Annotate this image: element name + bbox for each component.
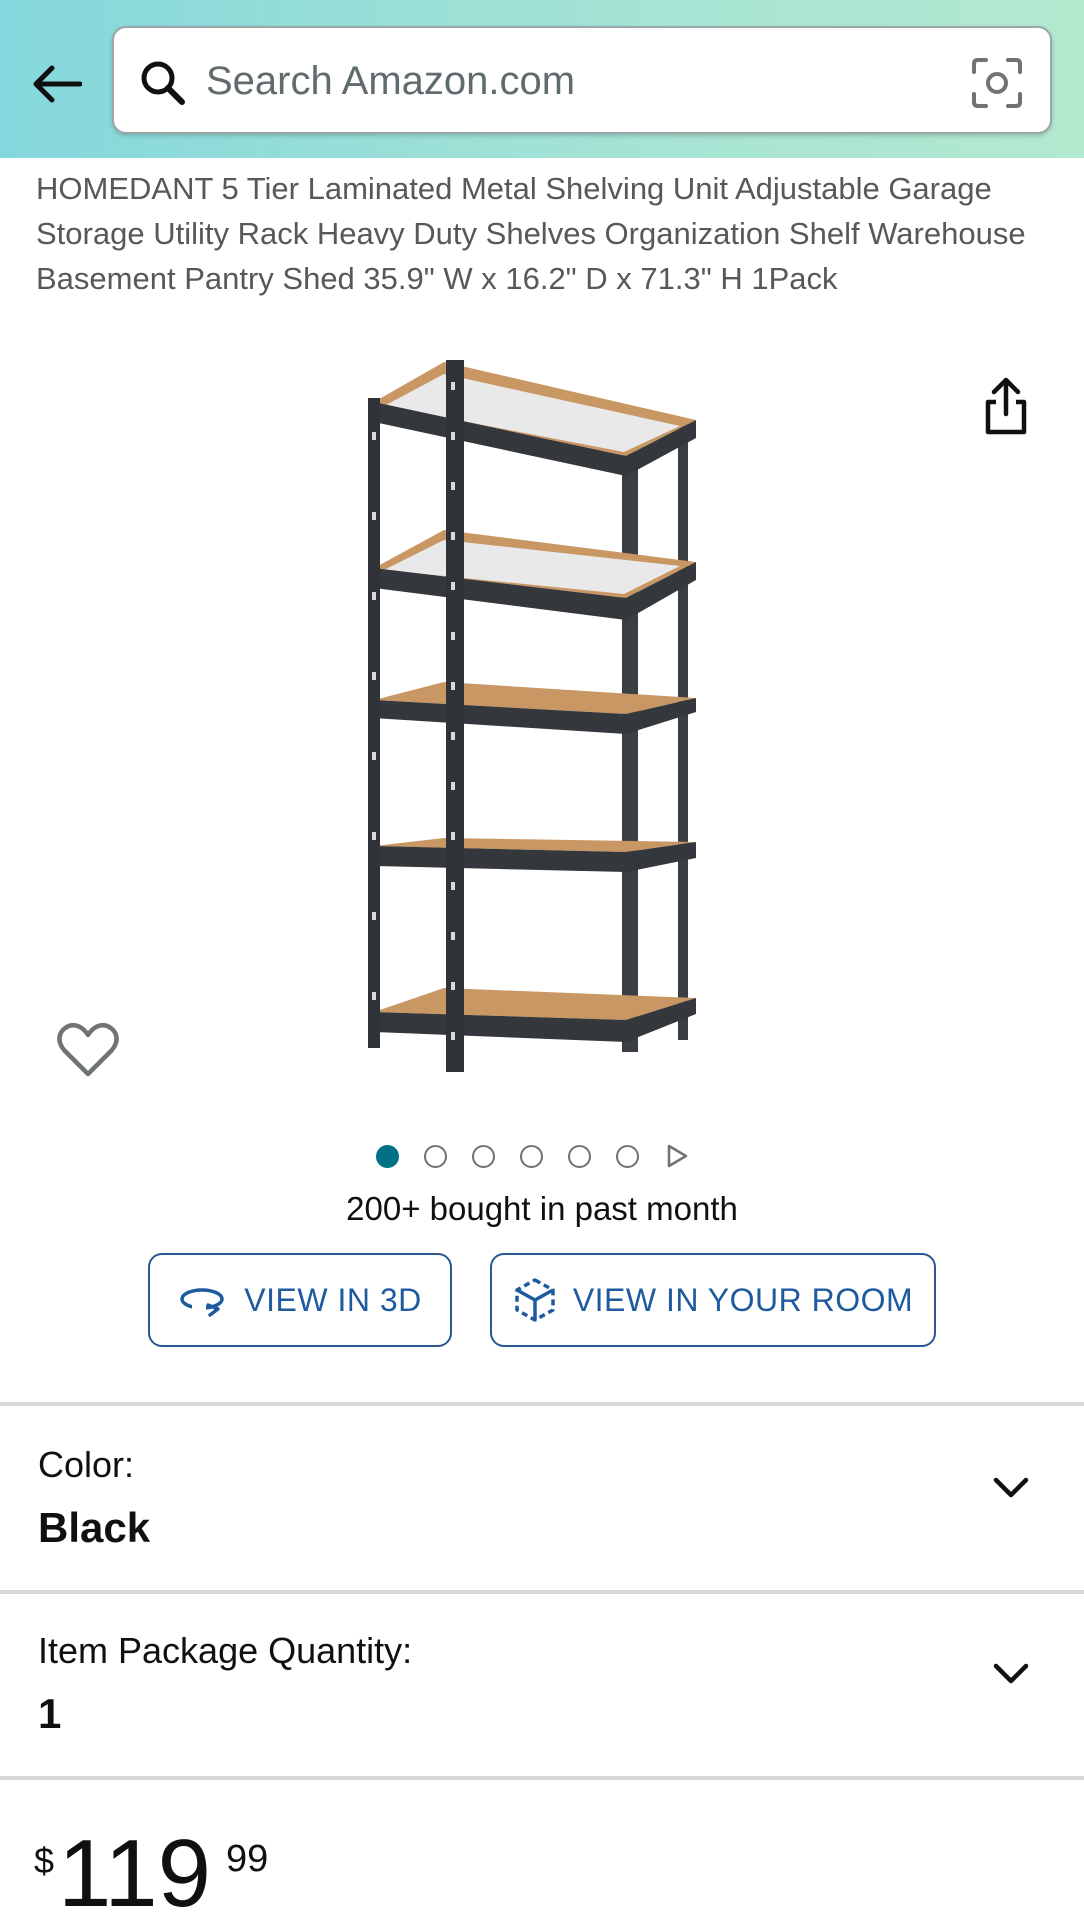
quantity-label: Item Package Quantity: <box>38 1630 413 1671</box>
divider <box>0 1776 1084 1780</box>
search-box[interactable] <box>112 26 1052 134</box>
rotate-3d-icon <box>180 1288 225 1317</box>
quantity-value: 1 <box>38 1690 62 1737</box>
heart-icon[interactable] <box>56 1018 120 1082</box>
carousel-dot[interactable] <box>472 1144 495 1168</box>
carousel-dot[interactable] <box>616 1144 639 1168</box>
carousel-dot[interactable] <box>520 1144 543 1168</box>
view-in-your-room-button[interactable]: VIEW IN YOUR ROOM <box>490 1253 936 1347</box>
search-icon <box>141 61 185 105</box>
view-in-your-room-label: VIEW IN YOUR ROOM <box>572 1281 914 1318</box>
price-symbol: $ <box>34 1840 55 1881</box>
price-fraction: 99 <box>226 1838 269 1880</box>
carousel-dot[interactable] <box>568 1144 591 1168</box>
quantity-selector[interactable]: Item Package Quantity: 1 <box>0 1594 1084 1774</box>
ar-cube-icon <box>515 1278 555 1322</box>
top-bar <box>0 0 1084 158</box>
color-selector[interactable]: Color: Black <box>0 1406 1084 1586</box>
price-whole: 119 <box>58 1820 212 1920</box>
chevron-down-icon <box>993 1477 1029 1498</box>
view-in-3d-label: VIEW IN 3D <box>244 1281 422 1318</box>
carousel-dot-active[interactable] <box>376 1144 399 1168</box>
back-button[interactable] <box>24 52 88 116</box>
image-carousel-dots <box>376 1140 690 1172</box>
chevron-down-icon <box>993 1663 1029 1684</box>
view-in-3d-button[interactable]: VIEW IN 3D <box>148 1253 452 1347</box>
camera-scan-icon[interactable] <box>970 56 1024 110</box>
play-video-icon[interactable] <box>664 1143 690 1169</box>
color-label: Color: <box>38 1444 135 1485</box>
color-value: Black <box>38 1504 151 1551</box>
share-icon[interactable] <box>978 374 1034 438</box>
bought-in-past-month: 200+ bought in past month <box>346 1190 738 1227</box>
product-title: HOMEDANT 5 Tier Laminated Metal Shelving… <box>36 171 1026 296</box>
arrow-left-icon <box>33 65 82 103</box>
product-image[interactable] <box>350 352 730 1094</box>
search-input[interactable] <box>206 50 946 112</box>
carousel-dot[interactable] <box>424 1144 447 1168</box>
